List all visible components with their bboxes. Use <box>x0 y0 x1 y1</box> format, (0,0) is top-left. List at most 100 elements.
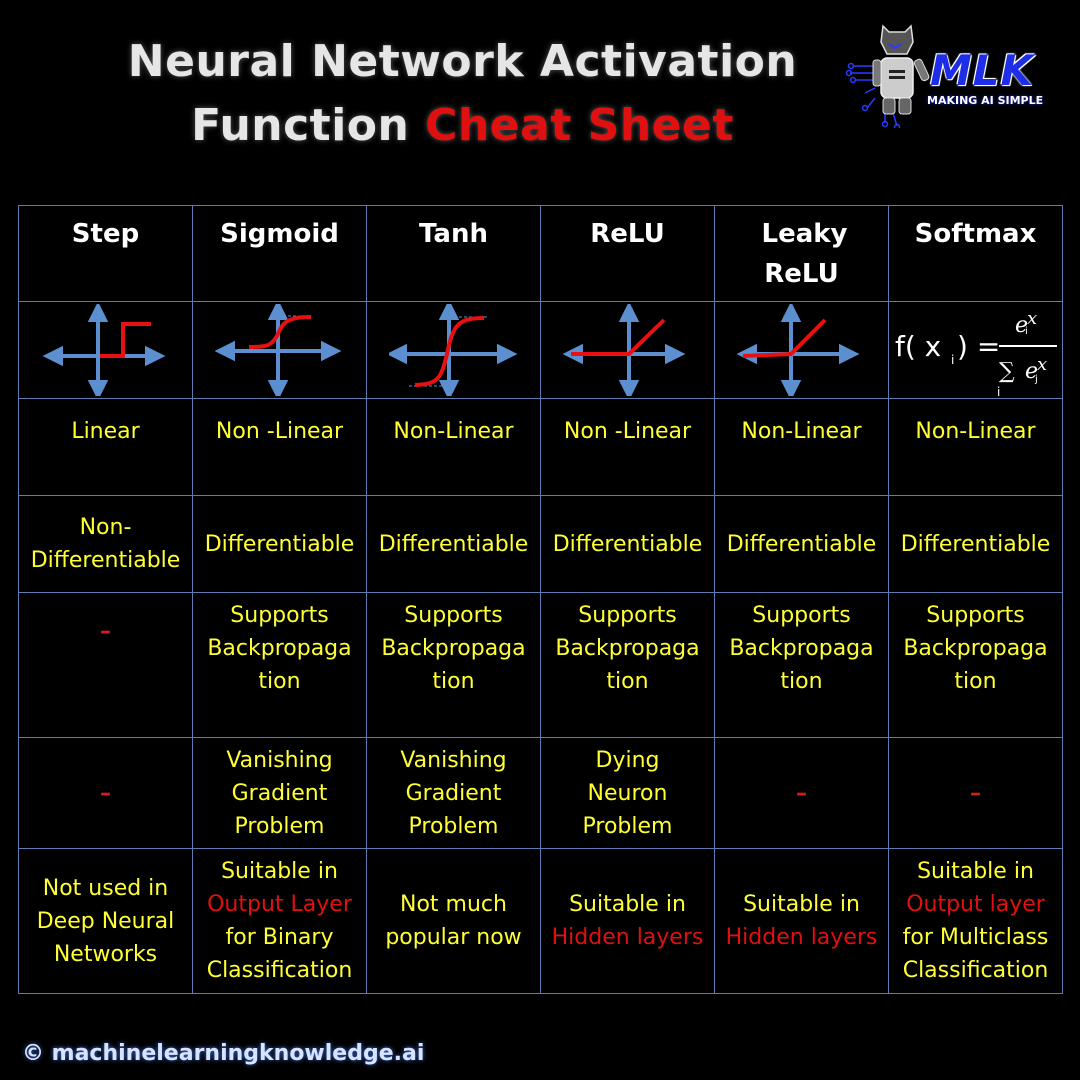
problem-cell: – <box>888 737 1063 849</box>
graph-row: f( x i ) = e x i ∑ j e x j <box>18 301 1063 399</box>
usage-text: Suitable in <box>917 859 1034 884</box>
linearity-cell: Non-Linear <box>714 398 889 496</box>
relu-curve <box>570 318 665 356</box>
header-row: Step Sigmoid Tanh ReLU Leaky ReLU Softma… <box>18 205 1063 302</box>
not-applicable-dash: – <box>970 780 981 806</box>
header-leaky-relu-text: Leaky ReLU <box>761 219 848 289</box>
differentiability-text: Non-Differentiable <box>30 515 181 573</box>
backpropagation-row: – Supports Backpropaga tion Supports Bac… <box>18 592 1063 738</box>
axes <box>388 304 517 396</box>
differentiability-cell: Differentiable <box>888 495 1063 593</box>
usage-text: Suitable in <box>569 892 686 917</box>
differentiability-cell: Differentiable <box>366 495 541 593</box>
usage-highlight-text: Hidden layers <box>725 925 878 950</box>
problem-cell: Dying Neuron Problem <box>540 737 715 849</box>
backprop-cell: Supports Backpropaga tion <box>366 592 541 738</box>
axes <box>562 304 685 396</box>
linearity-cell: Linear <box>18 398 193 496</box>
problem-text: Vanishing Gradient Problem <box>226 747 333 839</box>
backprop-cell: Supports Backpropaga tion <box>192 592 367 738</box>
usage-text: Suitable in <box>743 892 860 917</box>
svg-text:i: i <box>951 353 954 367</box>
header-step: Step <box>18 205 193 302</box>
header-tanh: Tanh <box>366 205 541 302</box>
backprop-text: Supports Backpropaga tion <box>555 603 700 694</box>
backprop-text: Supports Backpropaga tion <box>207 603 352 694</box>
title-plain-text: Function <box>191 100 410 151</box>
svg-text:j: j <box>1034 374 1038 385</box>
usage-row: Not used in Deep Neural Networks Suitabl… <box>18 848 1063 994</box>
leaky-relu-function-graph <box>736 304 859 396</box>
svg-text:∑: ∑ <box>999 359 1015 384</box>
sigmoid-function-graph <box>214 304 341 396</box>
not-applicable-dash: – <box>796 780 807 806</box>
not-applicable-dash: – <box>100 780 111 806</box>
sigmoid-graph-cell <box>192 301 367 399</box>
usage-cell: Suitable in Output Layer for Binary Clas… <box>192 848 367 994</box>
backprop-cell: Supports Backpropaga tion <box>714 592 889 738</box>
usage-text: for Binary Classification <box>206 925 353 983</box>
robot-icon <box>845 24 930 128</box>
copyright-footer: © machinelearningknowledge.ai <box>22 1041 425 1066</box>
differentiability-row: Non-Differentiable Differentiable Differ… <box>18 495 1063 593</box>
problem-cell: Vanishing Gradient Problem <box>192 737 367 849</box>
backprop-text: Supports Backpropaga tion <box>729 603 874 694</box>
problem-text: Vanishing Gradient Problem <box>400 747 507 839</box>
differentiability-cell: Differentiable <box>540 495 715 593</box>
usage-cell: Suitable in Hidden layers <box>540 848 715 994</box>
step-function-graph <box>42 304 165 396</box>
page-title-line-2: Function Cheat Sheet <box>0 100 925 151</box>
header-softmax: Softmax <box>888 205 1063 302</box>
differentiability-cell: Differentiable <box>714 495 889 593</box>
title-highlight-text: Cheat Sheet <box>425 100 734 151</box>
header-leaky-relu: Leaky ReLU <box>714 205 889 302</box>
problem-row: – Vanishing Gradient Problem Vanishing G… <box>18 737 1063 849</box>
usage-text: for Multiclass Classification <box>902 925 1049 983</box>
problem-cell: – <box>714 737 889 849</box>
svg-text:f( x: f( x <box>895 330 941 363</box>
not-applicable-dash: – <box>100 619 111 644</box>
backprop-cell: Supports Backpropaga tion <box>540 592 715 738</box>
svg-text:x: x <box>1027 308 1037 329</box>
problem-cell: – <box>18 737 193 849</box>
linearity-row: Linear Non -Linear Non-Linear Non -Linea… <box>18 398 1063 496</box>
differentiability-cell: Non-Differentiable <box>18 495 193 593</box>
tanh-function-graph <box>388 304 517 396</box>
usage-highlight-text: Hidden layers <box>551 925 704 950</box>
backprop-text: Supports Backpropaga tion <box>381 603 526 694</box>
usage-highlight-text: Output layer <box>906 892 1045 917</box>
backprop-text: Supports Backpropaga tion <box>903 603 1048 694</box>
linearity-cell: Non-Linear <box>888 398 1063 496</box>
usage-cell: Not used in Deep Neural Networks <box>18 848 193 994</box>
tanh-graph-cell <box>366 301 541 399</box>
linearity-cell: Non-Linear <box>366 398 541 496</box>
softmax-formula-cell: f( x i ) = e x i ∑ j e x j <box>888 301 1063 399</box>
header-relu: ReLU <box>540 205 715 302</box>
logo-brand-text: MLK <box>930 46 1035 95</box>
axes <box>214 304 341 396</box>
usage-cell: Not much popular now <box>366 848 541 994</box>
activation-function-table: Step Sigmoid Tanh ReLU Leaky ReLU Softma… <box>18 205 1063 994</box>
usage-text: Not much popular now <box>385 892 522 950</box>
problem-cell: Vanishing Gradient Problem <box>366 737 541 849</box>
relu-graph-cell <box>540 301 715 399</box>
linearity-cell: Non -Linear <box>540 398 715 496</box>
softmax-formula: f( x i ) = e x i ∑ j e x j <box>895 308 1057 396</box>
svg-text:x: x <box>1037 354 1047 375</box>
relu-function-graph <box>562 304 685 396</box>
linearity-cell: Non -Linear <box>192 398 367 496</box>
usage-highlight-text: Output Layer <box>207 892 352 917</box>
axes <box>736 304 859 396</box>
svg-text:j: j <box>996 385 1000 396</box>
page-title-line-1: Neural Network Activation <box>127 36 798 87</box>
differentiability-cell: Differentiable <box>192 495 367 593</box>
usage-text: Suitable in <box>221 859 338 884</box>
problem-text: Dying Neuron Problem <box>582 747 673 839</box>
usage-cell: Suitable in Hidden layers <box>714 848 889 994</box>
backprop-cell: – <box>18 592 193 738</box>
usage-text: Not used in Deep Neural Networks <box>36 875 175 967</box>
mlk-logo: MLK MAKING AI SIMPLE <box>845 18 1070 133</box>
usage-cell: Suitable in Output layer for Multiclass … <box>888 848 1063 994</box>
leaky-relu-graph-cell <box>714 301 889 399</box>
header-sigmoid: Sigmoid <box>192 205 367 302</box>
